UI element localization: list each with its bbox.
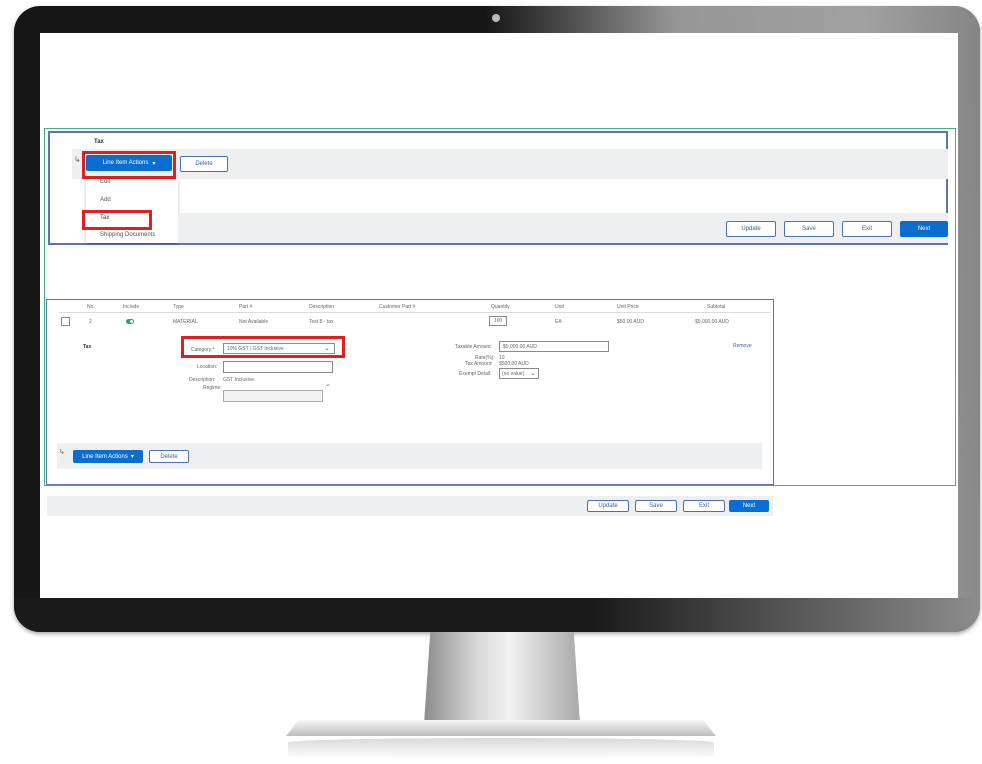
monitor-stand-neck — [424, 632, 580, 724]
exit-label: Exit — [861, 226, 872, 232]
indent-arrow-icon: ↳ — [74, 155, 81, 164]
taxable-amount-input[interactable]: $5,000.00 AUD — [499, 341, 609, 352]
monitor-stand-reflection — [288, 738, 714, 760]
exempt-detail-select[interactable]: (no value) ⌄ — [499, 368, 539, 379]
next-button[interactable]: Next — [900, 221, 948, 237]
line-item-actions-label-bottom: Line Item Actions — [82, 453, 128, 460]
line-item-actions-button-bottom[interactable]: Line Item Actions ▾ — [73, 450, 143, 463]
delete-button[interactable]: Delete — [180, 156, 228, 172]
dropdown-caret-icon-bottom: ▾ — [130, 454, 134, 460]
exit-button[interactable]: Exit — [842, 221, 892, 237]
location-input[interactable] — [223, 361, 333, 373]
delete-label-bottom: Delete — [160, 453, 178, 460]
tax-detail-panel: No. Include Type Part # Description Cust… — [46, 299, 774, 516]
menu-item-add[interactable]: Add — [100, 197, 111, 203]
location-label: Location: — [197, 364, 218, 370]
save-button[interactable]: Save — [784, 221, 834, 237]
taxable-amount-value: $5,000.00 AUD — [503, 344, 537, 350]
line-item-actions-panel: Tax ↳ Line Item Actions ▾ Delete Edit Ad… — [48, 131, 948, 245]
description-label: Description: — [189, 377, 216, 383]
highlight-tax-menu-item — [82, 210, 152, 230]
exempt-chevron-icon: ⌄ — [530, 370, 536, 377]
include-toggle[interactable] — [126, 319, 134, 324]
delete-label: Delete — [195, 161, 213, 167]
col-part: Part # — [239, 304, 253, 310]
next-label-bottom: Next — [742, 503, 756, 509]
col-quantity: Quantity — [491, 304, 510, 310]
tax-amount-label: Tax Amount: — [465, 361, 493, 367]
col-subtotal: Subtotal — [707, 304, 726, 310]
regime-label: Regime: — [203, 385, 222, 391]
delete-button-bottom[interactable]: Delete — [149, 450, 189, 463]
exempt-detail-label: Exempt Detail: — [459, 371, 492, 377]
regime-chevron-icon: ⌄ — [325, 381, 331, 388]
tax-section-label: Tax — [83, 344, 92, 350]
quantity-input[interactable]: 100 — [489, 316, 507, 326]
tax-amount-value: $500.00 AUD — [499, 361, 529, 367]
col-type: Type — [173, 304, 184, 310]
next-button-bottom[interactable]: Next — [729, 500, 769, 512]
col-description: Description — [309, 304, 335, 310]
exit-label-bottom: Exit — [698, 503, 709, 509]
col-unit: Unit — [555, 304, 564, 310]
description-value: GST Inclusive — [223, 377, 255, 383]
row-unit: EA — [555, 319, 562, 325]
col-unit-price: Unit Price — [617, 304, 639, 310]
remove-link[interactable]: Remove — [733, 343, 752, 349]
indent-arrow-icon-bottom: ↳ — [59, 449, 65, 456]
taxable-amount-label: Taxable Amount: — [455, 344, 492, 350]
regime-select[interactable] — [223, 390, 323, 402]
save-button-bottom[interactable]: Save — [635, 500, 677, 512]
col-include: Include — [123, 304, 140, 310]
col-no: No. — [87, 304, 95, 310]
row-type: MATERIAL — [173, 319, 198, 325]
row-unit-price: $50.00 AUD — [617, 319, 644, 325]
highlight-category — [181, 336, 345, 358]
menu-item-edit[interactable]: Edit — [100, 179, 110, 185]
menu-item-shipping-documents[interactable]: Shipping Documents — [100, 232, 155, 238]
row-description: Test 8 - tax — [309, 319, 334, 325]
update-button-bottom[interactable]: Update — [587, 500, 629, 512]
monitor-screen: Tax ↳ Line Item Actions ▾ Delete Edit Ad… — [40, 33, 958, 598]
col-customer-part: Customer Part # — [379, 304, 416, 310]
save-label-bottom: Save — [649, 503, 663, 509]
row-subtotal: $5,000.00 AUD — [695, 319, 729, 325]
row-checkbox[interactable] — [61, 317, 70, 326]
section-title: Tax — [94, 139, 104, 145]
update-label-bottom: Update — [598, 503, 618, 509]
update-button[interactable]: Update — [726, 221, 776, 237]
row-part: Not Available — [239, 319, 269, 325]
header-divider — [59, 312, 771, 313]
monitor-stand-base — [286, 720, 716, 736]
row-no: 2 — [89, 319, 92, 325]
save-label: Save — [802, 226, 816, 232]
camera-icon — [492, 14, 500, 22]
highlight-line-item-actions — [82, 151, 176, 179]
next-label: Next — [917, 226, 931, 232]
exit-button-bottom[interactable]: Exit — [683, 500, 725, 512]
monitor-chin — [14, 598, 980, 632]
exempt-detail-value: (no value) — [502, 371, 525, 377]
update-label: Update — [741, 226, 761, 232]
